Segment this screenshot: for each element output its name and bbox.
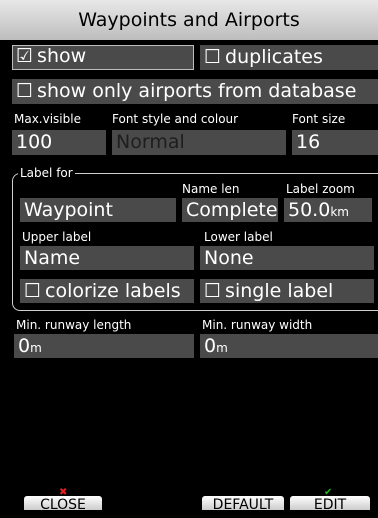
label-zoom-value: 50.0 — [288, 199, 331, 221]
duplicates-checkbox[interactable]: ☐ duplicates — [200, 45, 378, 70]
min-runway-width-field[interactable]: 0m — [200, 334, 378, 358]
window-title: Waypoints and Airports — [0, 0, 378, 40]
show-checkbox-label: show — [37, 45, 87, 67]
checkbox-checked-icon: ☑ — [16, 45, 34, 67]
default-button-label: DEFAULT — [212, 497, 274, 513]
label-zoom-field[interactable]: 50.0km — [284, 198, 372, 222]
close-button-label: CLOSE — [40, 497, 86, 513]
min-runway-length-value: 0 — [18, 335, 31, 357]
default-button[interactable]: DEFAULT — [202, 496, 284, 513]
min-runway-length-unit: m — [30, 341, 42, 355]
single-label-checkbox[interactable]: ☐ single label — [200, 279, 374, 303]
upper-label-field[interactable]: Name — [20, 246, 194, 270]
name-len-label: Name len — [182, 182, 240, 196]
min-runway-width-unit: m — [216, 341, 228, 355]
close-button[interactable]: ✖ CLOSE — [24, 488, 102, 513]
checkbox-unchecked-icon: ☐ — [16, 80, 34, 102]
label-for-field[interactable]: Waypoint — [20, 198, 176, 222]
edit-button-label: EDIT — [313, 497, 347, 513]
checkbox-unchecked-icon: ☐ — [24, 280, 42, 302]
colorize-labels-checkbox[interactable]: ☐ colorize labels — [20, 279, 194, 303]
checkbox-unchecked-icon: ☐ — [204, 46, 222, 68]
edit-button[interactable]: ✔ EDIT — [290, 488, 370, 513]
label-zoom-unit: km — [330, 205, 349, 219]
font-size-field[interactable]: 16 — [292, 130, 378, 155]
lower-label-label: Lower label — [204, 230, 273, 244]
label-for-title: Label for — [18, 166, 75, 180]
name-len-field[interactable]: Complete — [182, 198, 278, 222]
max-visible-label: Max.visible — [14, 112, 81, 126]
only-airports-checkbox-label: show only airports from database — [37, 80, 357, 102]
duplicates-checkbox-label: duplicates — [225, 46, 323, 68]
min-runway-width-label: Min. runway width — [202, 318, 313, 332]
min-runway-length-field[interactable]: 0m — [14, 334, 194, 358]
font-style-label: Font style and colour — [112, 112, 239, 126]
font-size-label: Font size — [292, 112, 346, 126]
lower-label-field[interactable]: None — [200, 246, 374, 270]
max-visible-field[interactable]: 100 — [12, 130, 106, 155]
label-zoom-label: Label zoom — [286, 182, 355, 196]
only-airports-checkbox[interactable]: ☐ show only airports from database — [12, 79, 378, 104]
checkbox-unchecked-icon: ☐ — [204, 280, 222, 302]
min-runway-width-value: 0 — [204, 335, 217, 357]
colorize-labels-label: colorize labels — [45, 280, 181, 302]
show-checkbox[interactable]: ☑ show — [12, 45, 194, 70]
min-runway-length-label: Min. runway length — [16, 318, 132, 332]
single-label-label: single label — [225, 280, 334, 302]
font-style-field[interactable]: Normal — [112, 130, 286, 155]
upper-label-label: Upper label — [22, 230, 92, 244]
